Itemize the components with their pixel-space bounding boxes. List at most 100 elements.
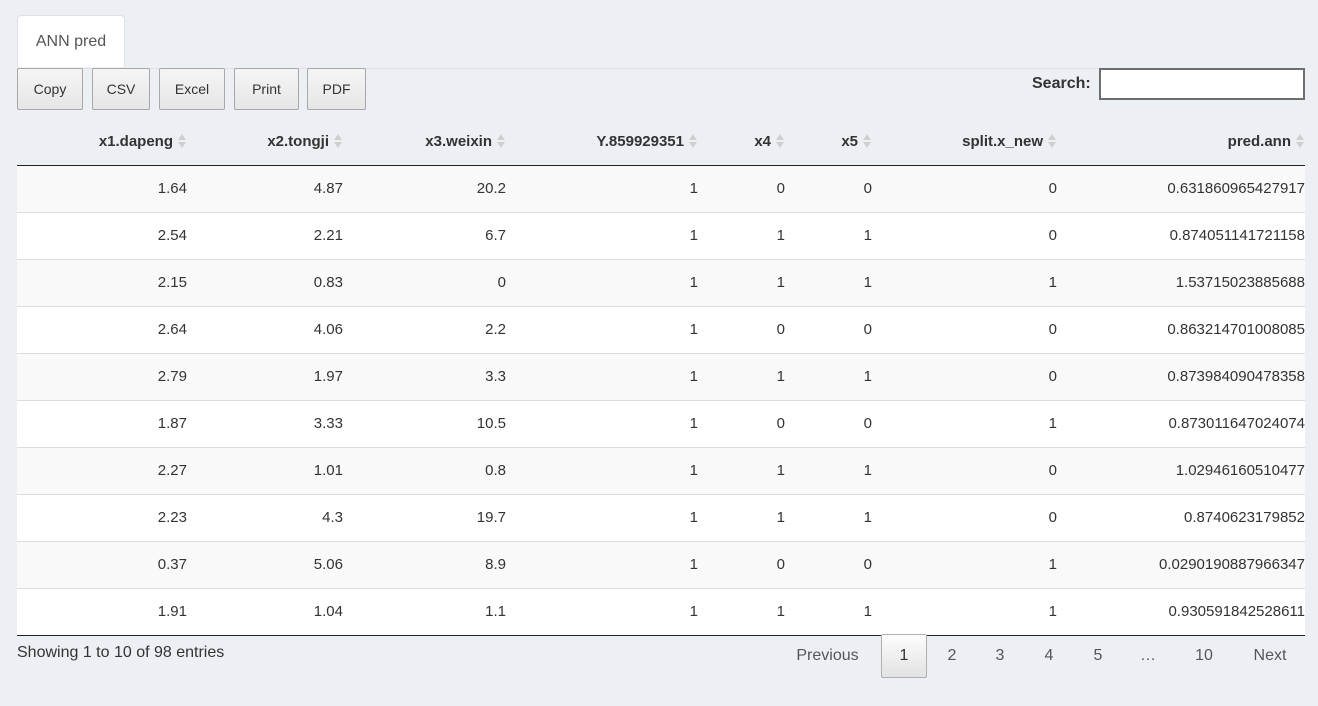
table-cell: 10.5: [343, 399, 506, 447]
data-table: x1.dapeng x2.tongji x3.weixin Y.85992935…: [17, 118, 1305, 636]
table-cell: 1: [506, 165, 698, 212]
column-header-label: split.x_new: [962, 132, 1043, 150]
sort-icon: [1296, 133, 1305, 149]
column-header-pred-ann[interactable]: pred.ann: [1057, 118, 1305, 166]
table-cell: 0: [872, 493, 1057, 541]
table-cell: 0: [785, 399, 872, 447]
table-cell: 20.2: [343, 165, 506, 212]
table-cell: 1.64: [17, 165, 187, 212]
sort-icon: [334, 133, 343, 149]
page-button-4[interactable]: 4: [1031, 634, 1067, 678]
page-button-1[interactable]: 1: [881, 634, 927, 678]
table-cell: 1.02946160510477: [1057, 446, 1305, 494]
column-header-y[interactable]: Y.859929351: [506, 118, 698, 166]
column-header-x2-tongji[interactable]: x2.tongji: [187, 118, 343, 166]
table-row: 2.27 1.01 0.8 1 1 1 0 1.02946160510477: [17, 446, 1305, 494]
table-cell: 0: [872, 352, 1057, 400]
column-header-x3-weixin[interactable]: x3.weixin: [343, 118, 506, 166]
table-cell: 1: [506, 305, 698, 353]
print-button[interactable]: Print: [234, 68, 299, 110]
table-cell: 0.83: [187, 258, 343, 306]
table-cell: 1: [506, 211, 698, 259]
table-cell: 1: [785, 446, 872, 494]
page-button-10[interactable]: 10: [1182, 634, 1226, 678]
table-cell: 0.8740623179852: [1057, 493, 1305, 541]
table-cell: 2.21: [187, 211, 343, 259]
table-row: 1.91 1.04 1.1 1 1 1 1 0.930591842528611: [17, 587, 1305, 636]
search-input[interactable]: [1099, 68, 1305, 100]
table-info: Showing 1 to 10 of 98 entries: [17, 644, 225, 661]
header-row: x1.dapeng x2.tongji x3.weixin Y.85992935…: [17, 118, 1305, 166]
table-cell: 1: [698, 587, 785, 636]
page-button-3[interactable]: 3: [982, 634, 1018, 678]
table-row: 2.64 4.06 2.2 1 0 0 0 0.863214701008085: [17, 305, 1305, 353]
table-cell: 1: [872, 258, 1057, 306]
table-cell: 0.863214701008085: [1057, 305, 1305, 353]
table-cell: 0.0290190887966347: [1057, 540, 1305, 588]
sort-icon: [689, 133, 698, 149]
search-label: Search:: [1032, 75, 1091, 92]
table-cell: 2.27: [17, 446, 187, 494]
table-cell: 4.3: [187, 493, 343, 541]
csv-button[interactable]: CSV: [92, 68, 150, 110]
table-cell: 0: [698, 305, 785, 353]
table-cell: 2.64: [17, 305, 187, 353]
pdf-button[interactable]: PDF: [307, 68, 366, 110]
table-cell: 1: [698, 258, 785, 306]
table-cell: 1: [698, 211, 785, 259]
table-cell: 1: [506, 352, 698, 400]
excel-button[interactable]: Excel: [159, 68, 225, 110]
table-cell: 0.631860965427917: [1057, 165, 1305, 212]
next-button[interactable]: Next: [1244, 634, 1296, 678]
table-cell: 0: [698, 399, 785, 447]
table-cell: 4.87: [187, 165, 343, 212]
table-row: 2.79 1.97 3.3 1 1 1 0 0.873984090478358: [17, 352, 1305, 400]
table-cell: 0: [343, 258, 506, 306]
table-cell: 1: [785, 211, 872, 259]
table-cell: 0: [785, 540, 872, 588]
column-header-x4[interactable]: x4: [698, 118, 785, 166]
table-cell: 1: [698, 446, 785, 494]
copy-button[interactable]: Copy: [17, 68, 83, 110]
tab-ann-pred[interactable]: ANN pred: [17, 15, 125, 67]
table-cell: 0: [785, 305, 872, 353]
table-cell: 1: [785, 258, 872, 306]
table-cell: 2.54: [17, 211, 187, 259]
table-cell: 3.33: [187, 399, 343, 447]
table-cell: 1: [698, 493, 785, 541]
table-cell: 0.37: [17, 540, 187, 588]
table-cell: 1: [785, 587, 872, 636]
table-row: 2.54 2.21 6.7 1 1 1 0 0.874051141721158: [17, 211, 1305, 259]
sort-icon: [178, 133, 187, 149]
table-body: 1.64 4.87 20.2 1 0 0 0 0.631860965427917 2.54 2.2…: [17, 165, 1305, 636]
page-button-5[interactable]: 5: [1080, 634, 1116, 678]
column-header-label: pred.ann: [1227, 132, 1291, 150]
table-cell: 1: [506, 540, 698, 588]
table-cell: 4.06: [187, 305, 343, 353]
table-cell: 1.04: [187, 587, 343, 636]
table-cell: 1: [872, 399, 1057, 447]
table-cell: 0: [785, 165, 872, 212]
table-cell: 5.06: [187, 540, 343, 588]
previous-button[interactable]: Previous: [789, 634, 866, 678]
table-cell: 1: [506, 446, 698, 494]
column-header-label: x2.tongji: [267, 132, 329, 150]
column-header-x5[interactable]: x5: [785, 118, 872, 166]
table-cell: 0: [872, 165, 1057, 212]
table-cell: 0: [872, 305, 1057, 353]
table-cell: 0: [872, 446, 1057, 494]
table-cell: 0: [698, 540, 785, 588]
tab-strip: ANN pred: [17, 0, 1305, 69]
table-cell: 1: [506, 587, 698, 636]
table-cell: 2.23: [17, 493, 187, 541]
table-row: 2.15 0.83 0 1 1 1 1 1.53715023885688: [17, 258, 1305, 306]
sort-icon: [497, 133, 506, 149]
table-cell: 0: [698, 165, 785, 212]
column-header-split-x-new[interactable]: split.x_new: [872, 118, 1057, 166]
table-cell: 1: [698, 352, 785, 400]
table-row: 2.23 4.3 19.7 1 1 1 0 0.8740623179852: [17, 493, 1305, 541]
sort-icon: [863, 133, 872, 149]
table-cell: 1: [506, 493, 698, 541]
column-header-x1-dapeng[interactable]: x1.dapeng: [17, 118, 187, 166]
page-button-2[interactable]: 2: [934, 634, 970, 678]
